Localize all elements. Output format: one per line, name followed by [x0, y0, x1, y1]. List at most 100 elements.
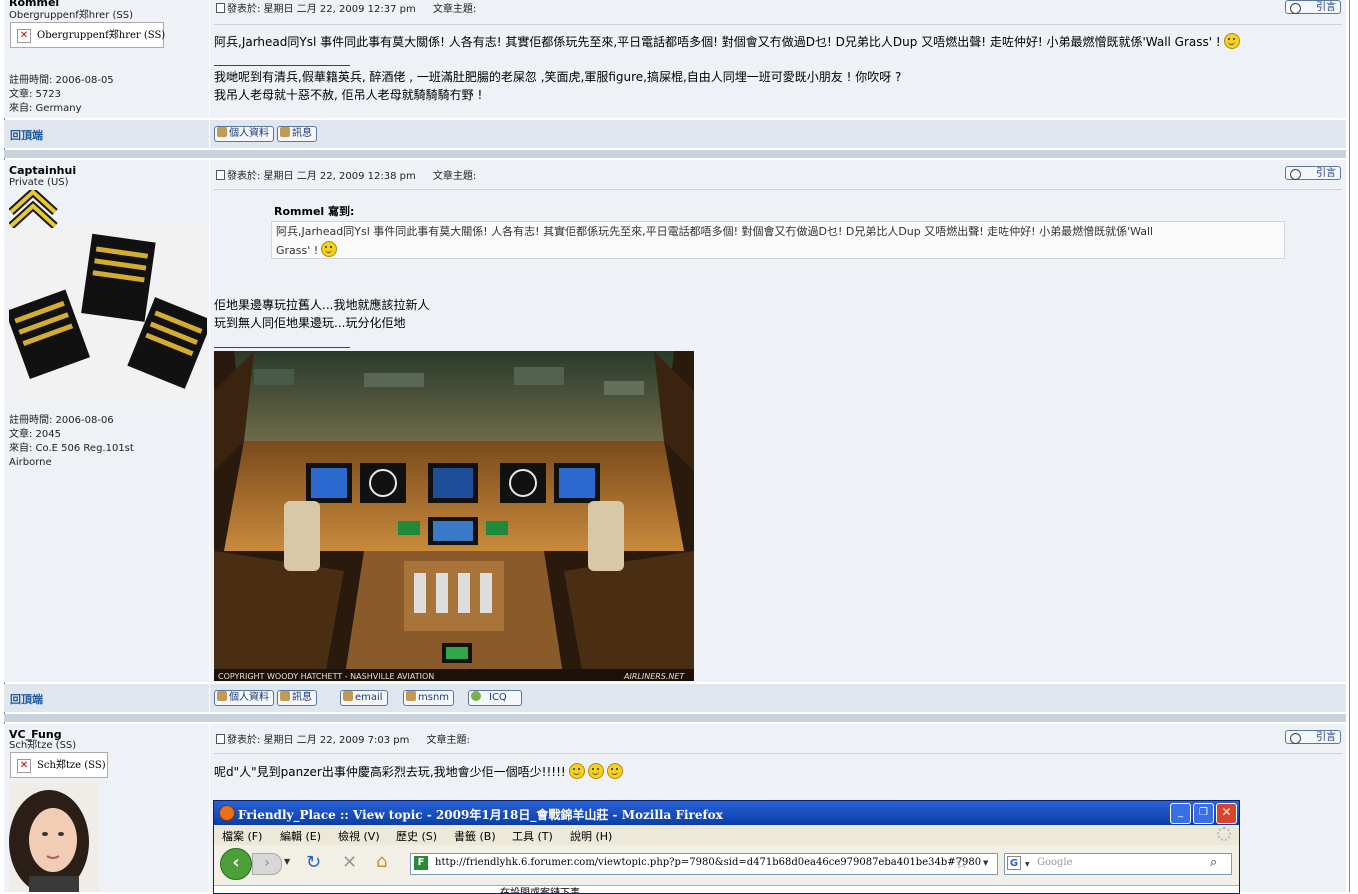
profile-button[interactable]: 個人資料: [214, 690, 274, 706]
cockpit-signature-image: COPYRIGHT WOODY HATCHETT - NASHVILLE AVI…: [214, 351, 694, 681]
back-to-top-link[interactable]: 回頂端: [10, 691, 43, 707]
home-icon[interactable]: ⌂: [376, 851, 387, 872]
author-location: 來自: Co.E 506 Reg.101st Airborne: [9, 443, 134, 468]
quote-box: 阿兵,Jarhead同Ysl 事件同此事有莫大關係! 人各有志! 其實佢都係玩先…: [271, 221, 1285, 259]
post-body-cell: 發表於: 星期日 二月 22, 2009 7:03 pm 文章主題: 引言 呢d…: [210, 724, 1346, 894]
post-header-divider: [214, 24, 1342, 25]
post-doc-icon: [216, 734, 225, 744]
quote-button[interactable]: 引言: [1285, 0, 1341, 14]
search-box[interactable]: G ▼ Google ⌕: [1004, 853, 1232, 875]
bookmark-star-icon[interactable]: ☆: [955, 854, 968, 872]
menu-history[interactable]: 歷史 (S): [396, 828, 437, 844]
icq-flower-icon: [471, 691, 481, 701]
browser-window-title: Friendly_Place :: View topic - 2009年1月18…: [238, 808, 723, 822]
posted-date: 發表於: 星期日 二月 22, 2009: [227, 4, 365, 15]
browser-navbar: ‹ › ▼ ↻ ✕ ⌂ F http://friendlyhk.6.forume…: [214, 845, 1239, 885]
reload-icon[interactable]: ↻: [306, 852, 321, 873]
private-message-button[interactable]: 訊息: [277, 690, 317, 706]
browser-content-peek: 在設問或案鏈下事: [214, 885, 1239, 893]
browser-menubar: 檔案 (F) 編輯 (E) 檢視 (V) 歷史 (S) 書籤 (B) 工具 (T…: [214, 825, 1239, 845]
close-window-button[interactable]: ✕: [1216, 803, 1237, 824]
history-dropdown-icon[interactable]: ▼: [284, 857, 290, 866]
quote-icon: [1290, 169, 1301, 180]
quote-button-label: 引言: [1316, 732, 1336, 743]
firefox-logo-icon: [219, 805, 235, 821]
message-icon: [280, 691, 290, 701]
stop-icon[interactable]: ✕: [342, 852, 357, 873]
post-text: 呢d"人"見到panzer出事仲慶高彩烈去玩,我地會少佢一個唔少!!!!!: [214, 763, 623, 781]
back-button[interactable]: ‹: [220, 848, 252, 880]
menu-help[interactable]: 說明 (H): [570, 828, 612, 844]
menu-view[interactable]: 檢視 (V): [338, 828, 380, 844]
author-name[interactable]: Captainhui: [9, 164, 76, 177]
post-author-cell: VC_Fung Sch郑tze (SS) ✕ Sch郑tze (SS): [4, 724, 209, 892]
signature-divider: [214, 65, 350, 66]
author-name[interactable]: Rommel: [9, 0, 59, 9]
post-text: 玩到無人同佢地果邊玩...玩分化佢地: [214, 316, 406, 330]
loading-throbber-icon: [1217, 827, 1231, 841]
post-text-line: 阿兵,Jarhead同Ysl 事件同此事有莫大關係! 人各有志! 其實佢都係玩先…: [214, 35, 1221, 49]
back-to-top-link[interactable]: 回頂端: [10, 127, 43, 143]
signature-line: 我哋呢到有清兵,假華籍英兵, 醉酒佬 , 一班滿肚肥腸的老屎忽 ,笑面虎,軍服f…: [214, 70, 902, 84]
search-engine-dropdown-icon[interactable]: ▼: [1025, 861, 1030, 868]
post-author-cell: Captainhui Private (US) 註冊時間: 2006-08-06…: [4, 160, 209, 682]
msn-icon: [406, 691, 416, 701]
menu-file[interactable]: 檔案 (F): [222, 828, 262, 844]
quote-button-label: 引言: [1316, 2, 1336, 13]
author-location: 來自: Germany: [9, 103, 82, 114]
post-header: 發表於: 星期日 二月 22, 2009 12:38 pm 文章主題:: [216, 167, 476, 182]
post-separator: [4, 714, 1346, 722]
smiley-icon: [1223, 33, 1240, 49]
rank-badge-alt-text: Obergruppenf郑hrer (SS): [37, 30, 166, 41]
site-favicon-icon: F: [414, 856, 428, 870]
search-engine-icon[interactable]: G: [1007, 856, 1021, 870]
post-header-divider: [214, 753, 1342, 754]
author-post-count: 文章: 2045: [9, 429, 61, 440]
quote-button[interactable]: 引言: [1285, 730, 1341, 744]
quote-button-label: 引言: [1316, 168, 1336, 179]
subject-label: 文章主題:: [432, 4, 477, 15]
restore-button[interactable]: ❐: [1193, 803, 1214, 824]
menu-bookmarks[interactable]: 書籤 (B): [454, 828, 496, 844]
forward-button[interactable]: ›: [252, 853, 282, 875]
smiley-icon: [321, 241, 338, 257]
email-button[interactable]: email: [340, 690, 388, 706]
minimize-button[interactable]: _: [1170, 803, 1191, 824]
quote-button[interactable]: 引言: [1285, 166, 1341, 180]
subject-label: 文章主題:: [432, 171, 477, 182]
author-joined: 註冊時間: 2006-08-05: [9, 75, 114, 86]
post-body-cell: 發表於: 星期日 二月 22, 2009 12:37 pm 文章主題: 引言 阿…: [210, 0, 1346, 118]
quote-text-line: Grass' !: [276, 241, 1280, 260]
email-icon: [343, 691, 353, 701]
author-rank: Obergruppenf郑hrer (SS): [9, 10, 133, 21]
quote-author: Rommel 寫到:: [274, 205, 355, 218]
menu-edit[interactable]: 編輯 (E): [280, 828, 321, 844]
posted-date: 發表於: 星期日 二月 22, 2009: [227, 171, 365, 182]
post-author-cell: Rommel Obergruppenf郑hrer (SS) ✕ Obergrup…: [4, 0, 209, 118]
msnm-button[interactable]: msnm: [403, 690, 455, 706]
image-watermark: AIRLINERS.NET: [623, 672, 685, 681]
rank-badge-image: ✕ Sch郑tze (SS): [10, 752, 108, 778]
embedded-browser-screenshot: Friendly_Place :: View topic - 2009年1月18…: [213, 800, 1240, 894]
rank-badge-alt-text: Sch郑tze (SS): [37, 760, 106, 771]
search-placeholder: Google: [1037, 857, 1073, 868]
smiley-icon: [587, 763, 604, 779]
posted-time: 7:03 pm: [367, 735, 410, 746]
url-bar[interactable]: F http://friendlyhk.6.forumer.com/viewto…: [410, 853, 998, 875]
message-icon: [280, 127, 290, 137]
captain-insignia-avatar: [9, 228, 207, 403]
image-copyright-text: COPYRIGHT WOODY HATCHETT - NASHVILLE AVI…: [218, 672, 434, 681]
author-rank: Sch郑tze (SS): [9, 740, 77, 751]
url-dropdown-icon[interactable]: ▼: [983, 859, 988, 867]
post-header: 發表於: 星期日 二月 22, 2009 7:03 pm 文章主題:: [216, 731, 470, 746]
broken-image-icon: ✕: [17, 29, 31, 43]
author-post-count: 文章: 5723: [9, 89, 61, 100]
profile-icon: [217, 127, 227, 137]
icq-button[interactable]: ICQ: [468, 690, 522, 706]
menu-tools[interactable]: 工具 (T): [512, 828, 553, 844]
private-message-button[interactable]: 訊息: [277, 126, 317, 142]
profile-button[interactable]: 個人資料: [214, 126, 274, 142]
search-magnifier-icon[interactable]: ⌕: [1210, 855, 1217, 870]
user-avatar: [9, 782, 99, 892]
posted-time: 12:38 pm: [367, 171, 416, 182]
